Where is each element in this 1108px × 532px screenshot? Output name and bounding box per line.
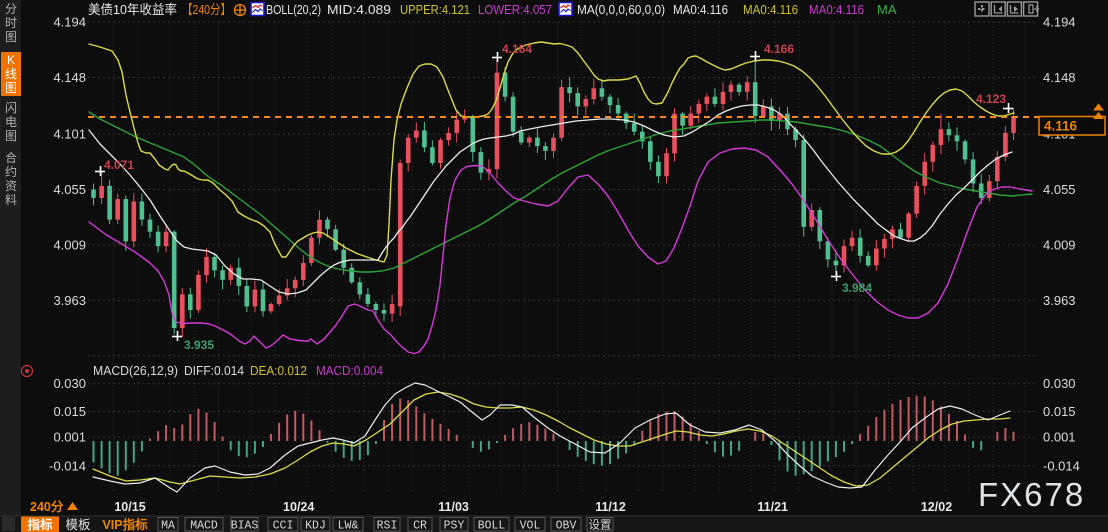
svg-text:BIAS: BIAS: [231, 520, 259, 532]
svg-text:MACD(26,12,9): MACD(26,12,9): [93, 364, 178, 378]
svg-text:资: 资: [5, 179, 17, 193]
svg-text:0.015: 0.015: [53, 404, 86, 419]
svg-text:4.148: 4.148: [53, 70, 86, 85]
svg-text:3.984: 3.984: [842, 281, 872, 295]
svg-text:4.194: 4.194: [53, 15, 86, 30]
svg-text:MID:4.089: MID:4.089: [327, 2, 391, 17]
svg-text:MA0:4.116: MA0:4.116: [809, 2, 864, 17]
svg-text:DIFF:0.014: DIFF:0.014: [184, 364, 244, 378]
svg-text:4.148: 4.148: [1043, 70, 1076, 85]
svg-text:11/12: 11/12: [595, 500, 626, 514]
svg-text:VIP指标: VIP指标: [102, 517, 148, 532]
svg-text:模板: 模板: [65, 518, 91, 532]
svg-text:10/24: 10/24: [283, 500, 314, 514]
svg-text:KDJ: KDJ: [305, 520, 326, 532]
svg-text:DEA:0.012: DEA:0.012: [250, 364, 307, 378]
svg-text:4.071: 4.071: [104, 158, 134, 172]
svg-text:-0.014: -0.014: [1043, 458, 1080, 473]
svg-text:LW&: LW&: [338, 520, 359, 532]
svg-text:4.101: 4.101: [53, 127, 86, 142]
svg-text:4.116: 4.116: [1044, 119, 1078, 134]
svg-text:4.009: 4.009: [53, 237, 86, 252]
svg-text:4.123: 4.123: [976, 92, 1006, 106]
svg-text:CCI: CCI: [273, 520, 294, 532]
svg-text:线: 线: [5, 67, 17, 81]
svg-text:12/02: 12/02: [921, 500, 952, 514]
svg-text:分: 分: [5, 2, 17, 16]
svg-text:FX678: FX678: [978, 476, 1085, 513]
svg-text:MA: MA: [161, 520, 175, 532]
svg-text:K: K: [7, 53, 15, 67]
svg-text:3.963: 3.963: [53, 293, 86, 308]
svg-text:图: 图: [5, 81, 17, 95]
svg-text:合: 合: [5, 150, 17, 165]
svg-text:美债10年收益率: 美债10年收益率: [88, 2, 177, 17]
svg-text:MA0:4.116: MA0:4.116: [743, 2, 798, 17]
svg-text:LOWER:4.057: LOWER:4.057: [478, 2, 552, 17]
svg-text:电: 电: [5, 115, 17, 129]
svg-text:OBV: OBV: [556, 520, 577, 532]
svg-text:PSY: PSY: [444, 520, 465, 532]
svg-text:约: 约: [5, 164, 17, 179]
svg-text:【240分】: 【240分】: [182, 2, 231, 17]
svg-text:3.935: 3.935: [184, 338, 214, 352]
svg-text:BOLL(20,2): BOLL(20,2): [266, 2, 321, 17]
svg-text:11/21: 11/21: [757, 500, 788, 514]
svg-text:CR: CR: [413, 520, 427, 532]
svg-text:RSI: RSI: [377, 520, 398, 532]
svg-text:0.030: 0.030: [53, 376, 86, 391]
svg-text:240分: 240分: [30, 499, 64, 514]
svg-text:图: 图: [5, 129, 17, 143]
svg-text:4.166: 4.166: [764, 42, 794, 56]
svg-text:0.001: 0.001: [53, 430, 86, 445]
svg-text:MACD: MACD: [190, 520, 218, 532]
svg-text:图: 图: [5, 30, 17, 44]
svg-text:11/03: 11/03: [438, 500, 469, 514]
svg-text:指标: 指标: [27, 517, 53, 532]
svg-text:MA: MA: [877, 2, 897, 17]
svg-text:4.055: 4.055: [53, 182, 86, 197]
svg-text:3.963: 3.963: [1043, 293, 1076, 308]
svg-text:料: 料: [5, 193, 17, 207]
svg-text:0.001: 0.001: [1043, 430, 1076, 445]
svg-text:设置: 设置: [589, 519, 612, 532]
svg-text:4.164: 4.164: [502, 42, 532, 56]
svg-text:4.009: 4.009: [1043, 237, 1076, 252]
svg-text:4.194: 4.194: [1043, 15, 1076, 30]
svg-text:-0.014: -0.014: [49, 458, 86, 473]
svg-text:UPPER:4.121: UPPER:4.121: [400, 2, 470, 17]
svg-text:MA0:4.116: MA0:4.116: [673, 2, 728, 17]
svg-text:闪: 闪: [5, 101, 17, 115]
svg-text:时: 时: [5, 16, 17, 30]
svg-text:10/15: 10/15: [114, 500, 145, 514]
svg-text:VOL: VOL: [520, 520, 541, 532]
svg-text:0.030: 0.030: [1043, 376, 1076, 391]
svg-text:0.015: 0.015: [1043, 404, 1076, 419]
svg-text:MACD:0.004: MACD:0.004: [316, 364, 383, 378]
svg-text:4.055: 4.055: [1043, 182, 1076, 197]
svg-text:MA(0,0,0,60,0,0): MA(0,0,0,60,0,0): [577, 2, 665, 17]
svg-text:BOLL: BOLL: [478, 520, 506, 532]
